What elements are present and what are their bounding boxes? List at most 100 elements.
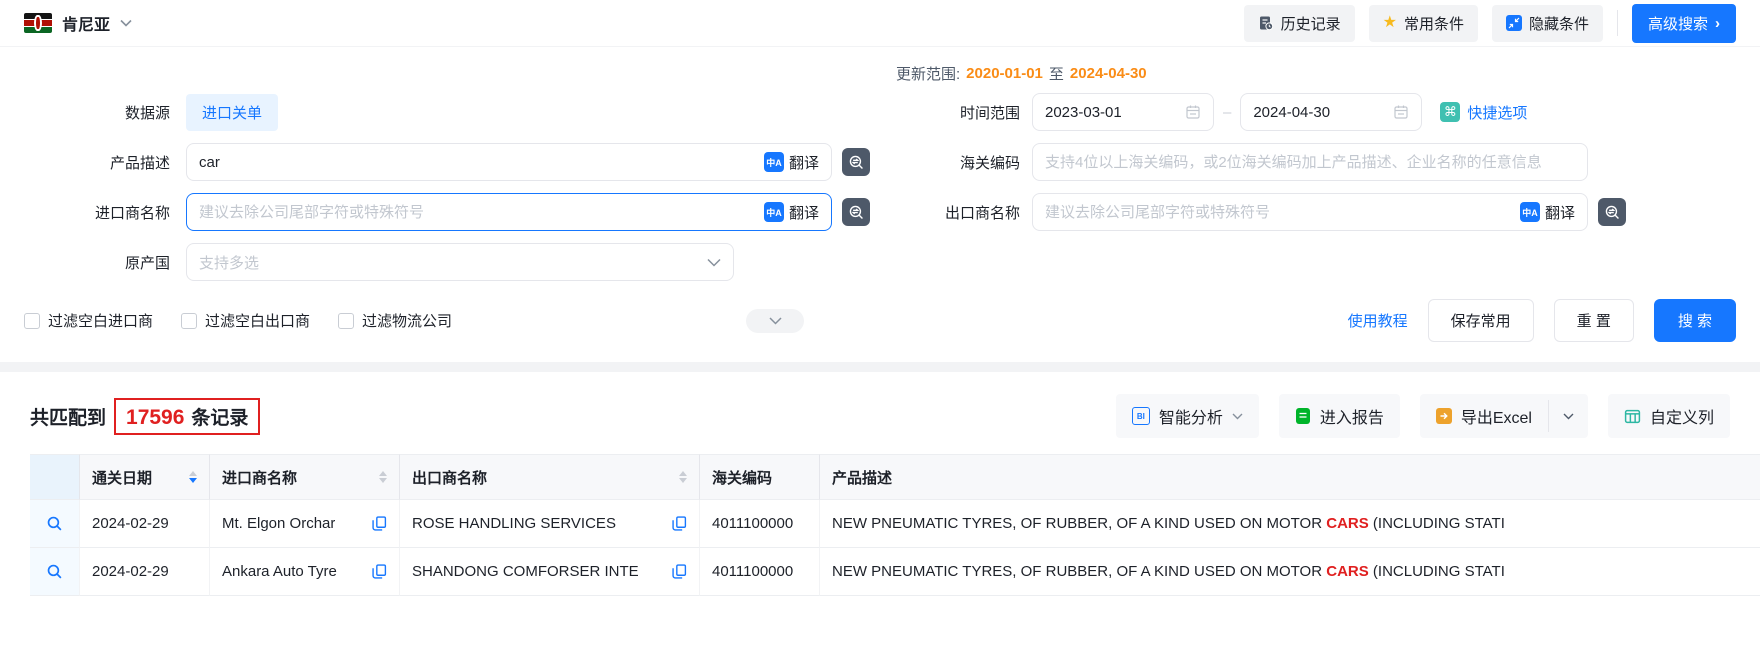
magnifier-icon — [46, 515, 63, 532]
update-range-join: 至 — [1049, 63, 1064, 84]
enter-report-button[interactable]: 进入报告 — [1279, 394, 1400, 438]
time-range-label: 时间范围 — [908, 102, 1032, 123]
exporter-name[interactable]: ROSE HANDLING SERVICES — [412, 515, 616, 532]
exporter-input[interactable] — [1045, 204, 1520, 221]
reset-button[interactable]: 重 置 — [1554, 299, 1634, 342]
sort-icons[interactable] — [189, 471, 197, 483]
importer-label: 进口商名称 — [24, 202, 186, 223]
sort-icons[interactable] — [379, 471, 387, 483]
origin-country-placeholder: 支持多选 — [199, 252, 259, 273]
history-button[interactable]: 历史记录 — [1244, 5, 1355, 42]
command-icon: ⌘ — [1440, 102, 1460, 122]
view-detail-button[interactable] — [46, 563, 63, 580]
copy-icon — [372, 564, 387, 579]
importer-name[interactable]: Ankara Auto Tyre — [222, 563, 337, 580]
translate-label: 翻译 — [1545, 202, 1575, 223]
translate-button[interactable]: 中A 翻译 — [764, 152, 819, 173]
exporter-name[interactable]: SHANDONG COMFORSER INTE — [412, 563, 639, 580]
data-source-tag[interactable]: 进口关单 — [186, 94, 278, 131]
desc-keyword-highlight: CARS — [1326, 563, 1369, 580]
quick-options-link[interactable]: ⌘ 快捷选项 — [1440, 102, 1527, 123]
search-form: 更新范围: 2020-01-01 至 2024-04-30 数据源 进口关单 时… — [0, 47, 1760, 362]
update-range: 更新范围: 2020-01-01 至 2024-04-30 — [896, 61, 1736, 85]
filter-blank-exporter[interactable]: 过滤空白出口商 — [181, 310, 310, 331]
header-label: 海关编码 — [712, 467, 772, 488]
table-header: 通关日期 进口商名称 出口商名称 海关编码 产品描述 — [30, 454, 1760, 500]
header-importer[interactable]: 进口商名称 — [210, 454, 400, 500]
header-clearance-date[interactable]: 通关日期 — [80, 454, 210, 500]
export-excel-button[interactable]: 导出Excel — [1420, 394, 1548, 438]
copy-button[interactable] — [372, 516, 387, 531]
exporter-field: 中A 翻译 — [1032, 193, 1588, 231]
importer-input[interactable] — [199, 204, 764, 221]
translate-label: 翻译 — [789, 152, 819, 173]
filter-logistics-label: 过滤物流公司 — [362, 310, 452, 331]
favorites-label: 常用条件 — [1404, 13, 1464, 34]
customize-columns-label: 自定义列 — [1650, 404, 1714, 428]
enter-report-label: 进入报告 — [1320, 404, 1384, 428]
copy-button[interactable] — [372, 564, 387, 579]
importer-field: 中A 翻译 — [186, 193, 832, 231]
search-button[interactable]: 搜 索 — [1654, 299, 1736, 342]
translate-button[interactable]: 中A 翻译 — [1520, 202, 1575, 223]
chevron-down-icon — [1232, 413, 1243, 420]
bi-analysis-icon: BI — [1132, 407, 1150, 425]
chevron-right-icon: › — [1715, 15, 1720, 32]
kenya-flag-icon — [24, 13, 52, 33]
filter-blank-importer[interactable]: 过滤空白进口商 — [24, 310, 153, 331]
chevron-down-icon — [1563, 413, 1574, 420]
translate-icon: 中A — [764, 202, 784, 222]
chevron-down-icon — [769, 317, 782, 325]
customize-columns-button[interactable]: 自定义列 — [1608, 394, 1730, 438]
update-range-end: 2024-04-30 — [1070, 65, 1147, 82]
importer-cell: Ankara Auto Tyre — [210, 548, 400, 596]
hs-code-input[interactable] — [1045, 154, 1575, 171]
tutorial-link[interactable]: 使用教程 — [1348, 310, 1408, 331]
copy-button[interactable] — [672, 564, 687, 579]
hide-conditions-button[interactable]: 隐藏条件 — [1492, 5, 1603, 42]
search-mode-toggle-button[interactable] — [842, 148, 870, 176]
match-count-box: 17596 条记录 — [114, 398, 260, 435]
search-mode-toggle-button[interactable] — [842, 198, 870, 226]
favorites-button[interactable]: ★ 常用条件 — [1369, 5, 1478, 42]
date-to-input[interactable]: 2024-04-30 — [1240, 93, 1422, 131]
fuzzy-search-icon — [848, 204, 865, 221]
translate-button[interactable]: 中A 翻译 — [764, 202, 819, 223]
hs-code-label: 海关编码 — [908, 152, 1032, 173]
sort-icons[interactable] — [679, 471, 687, 483]
filter-blank-exporter-label: 过滤空白出口商 — [205, 310, 310, 331]
advanced-search-button[interactable]: 高级搜索 › — [1632, 4, 1736, 43]
match-count: 17596 — [126, 406, 184, 430]
table-body: 2024-02-29 Mt. Elgon Orchar ROSE HANDLIN… — [30, 500, 1760, 596]
save-favorite-button[interactable]: 保存常用 — [1428, 299, 1534, 342]
update-range-start: 2020-01-01 — [966, 65, 1043, 82]
filter-logistics[interactable]: 过滤物流公司 — [338, 310, 452, 331]
export-excel-label: 导出Excel — [1461, 404, 1532, 428]
fuzzy-search-icon — [1604, 204, 1621, 221]
origin-country-label: 原产国 — [24, 252, 186, 273]
star-icon: ★ — [1383, 15, 1397, 31]
importer-name[interactable]: Mt. Elgon Orchar — [222, 515, 335, 532]
importer-cell: Mt. Elgon Orchar — [210, 500, 400, 548]
calendar-icon — [1185, 104, 1201, 120]
calendar-icon — [1393, 104, 1409, 120]
country-selector[interactable]: 肯尼亚 — [24, 11, 132, 35]
view-detail-button[interactable] — [46, 515, 63, 532]
copy-button[interactable] — [672, 516, 687, 531]
magnifier-icon — [46, 563, 63, 580]
results-actions: BI 智能分析 进入报告 导出Excel 自定义列 — [1116, 394, 1730, 438]
desc-text: NEW PNEUMATIC TYRES, OF RUBBER, OF A KIN… — [832, 563, 1326, 580]
export-options-button[interactable] — [1549, 394, 1588, 438]
search-mode-toggle-button[interactable] — [1598, 198, 1626, 226]
expand-toggle-button[interactable] — [746, 309, 804, 333]
smart-analysis-button[interactable]: BI 智能分析 — [1116, 394, 1259, 438]
header-exporter[interactable]: 出口商名称 — [400, 454, 700, 500]
date-from-input[interactable]: 2023-03-01 — [1032, 93, 1214, 131]
collapse-icon — [1506, 15, 1522, 31]
match-summary: 共匹配到 17596 条记录 — [30, 398, 260, 435]
product-desc-input[interactable] — [199, 154, 764, 171]
smart-analysis-label: 智能分析 — [1159, 404, 1223, 428]
desc-text: (INCLUDING STATI — [1369, 515, 1505, 532]
row-detail-cell — [30, 548, 80, 596]
origin-country-select[interactable]: 支持多选 — [186, 243, 734, 281]
